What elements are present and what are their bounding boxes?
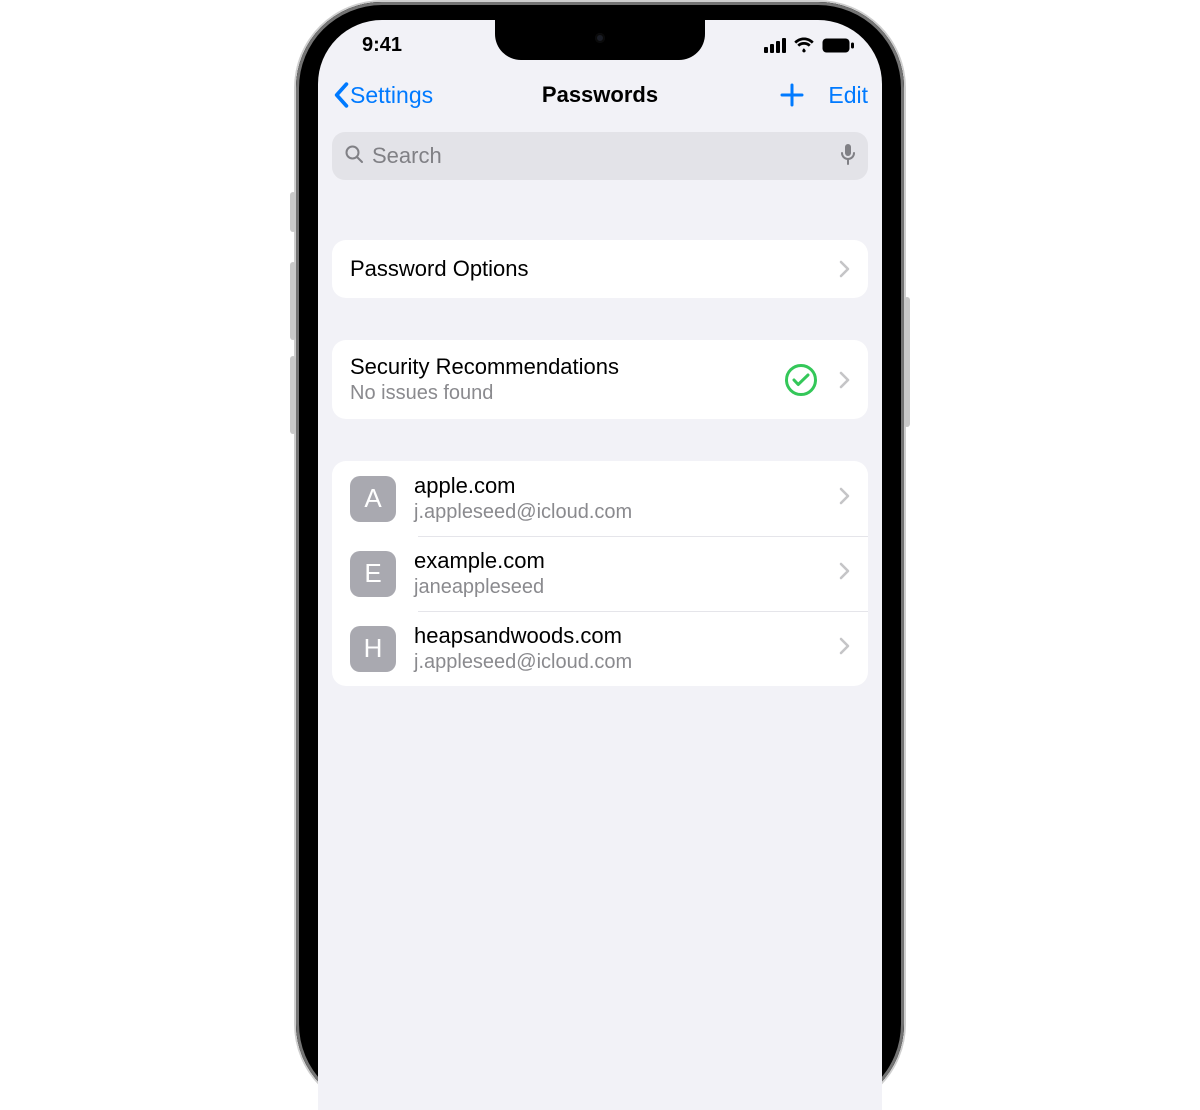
back-label: Settings: [350, 82, 433, 109]
dictation-icon[interactable]: [840, 143, 856, 170]
wifi-icon: [793, 37, 815, 53]
site-username: j.appleseed@icloud.com: [414, 501, 821, 524]
password-row[interactable]: A apple.com j.appleseed@icloud.com: [332, 461, 868, 536]
site-domain: heapsandwoods.com: [414, 623, 821, 649]
battery-icon: [822, 38, 854, 53]
security-subtitle: No issues found: [350, 382, 769, 405]
site-icon: E: [350, 551, 396, 597]
side-button: [904, 297, 910, 427]
edit-button[interactable]: Edit: [828, 82, 868, 109]
search-input[interactable]: [372, 143, 832, 169]
checkmark-icon: [785, 364, 817, 396]
screen: 9:41: [318, 20, 882, 1110]
chevron-right-icon: [839, 371, 850, 389]
security-recommendations-cell[interactable]: Security Recommendations No issues found: [332, 340, 868, 419]
site-username: janeappleseed: [414, 576, 821, 599]
chevron-right-icon: [839, 487, 850, 510]
cellular-signal-icon: [764, 38, 786, 53]
site-username: j.appleseed@icloud.com: [414, 651, 821, 674]
navigation-bar: Settings Passwords Edit: [318, 70, 882, 120]
page-title: Passwords: [542, 82, 658, 108]
chevron-right-icon: [839, 562, 850, 585]
site-icon: H: [350, 626, 396, 672]
chevron-right-icon: [839, 260, 850, 278]
status-time: 9:41: [346, 34, 402, 57]
volume-down-button: [290, 356, 296, 434]
password-options-cell[interactable]: Password Options: [332, 240, 868, 298]
password-options-label: Password Options: [350, 256, 823, 282]
site-icon: A: [350, 476, 396, 522]
volume-up-button: [290, 262, 296, 340]
notch: [495, 20, 705, 60]
search-icon: [344, 144, 364, 169]
password-row[interactable]: H heapsandwoods.com j.appleseed@icloud.c…: [332, 611, 868, 686]
security-title: Security Recommendations: [350, 354, 769, 380]
iphone-frame: 9:41: [296, 2, 904, 1110]
site-domain: example.com: [414, 548, 821, 574]
chevron-left-icon: [332, 82, 350, 108]
site-domain: apple.com: [414, 473, 821, 499]
password-row[interactable]: E example.com janeappleseed: [332, 536, 868, 611]
add-button[interactable]: [778, 81, 806, 109]
back-button[interactable]: Settings: [332, 82, 433, 109]
ring-silent-switch: [290, 192, 296, 232]
passwords-list: A apple.com j.appleseed@icloud.com E exa…: [332, 461, 868, 686]
chevron-right-icon: [839, 637, 850, 660]
search-field[interactable]: [332, 132, 868, 180]
password-options-section: Password Options: [332, 240, 868, 298]
security-section: Security Recommendations No issues found: [332, 340, 868, 419]
